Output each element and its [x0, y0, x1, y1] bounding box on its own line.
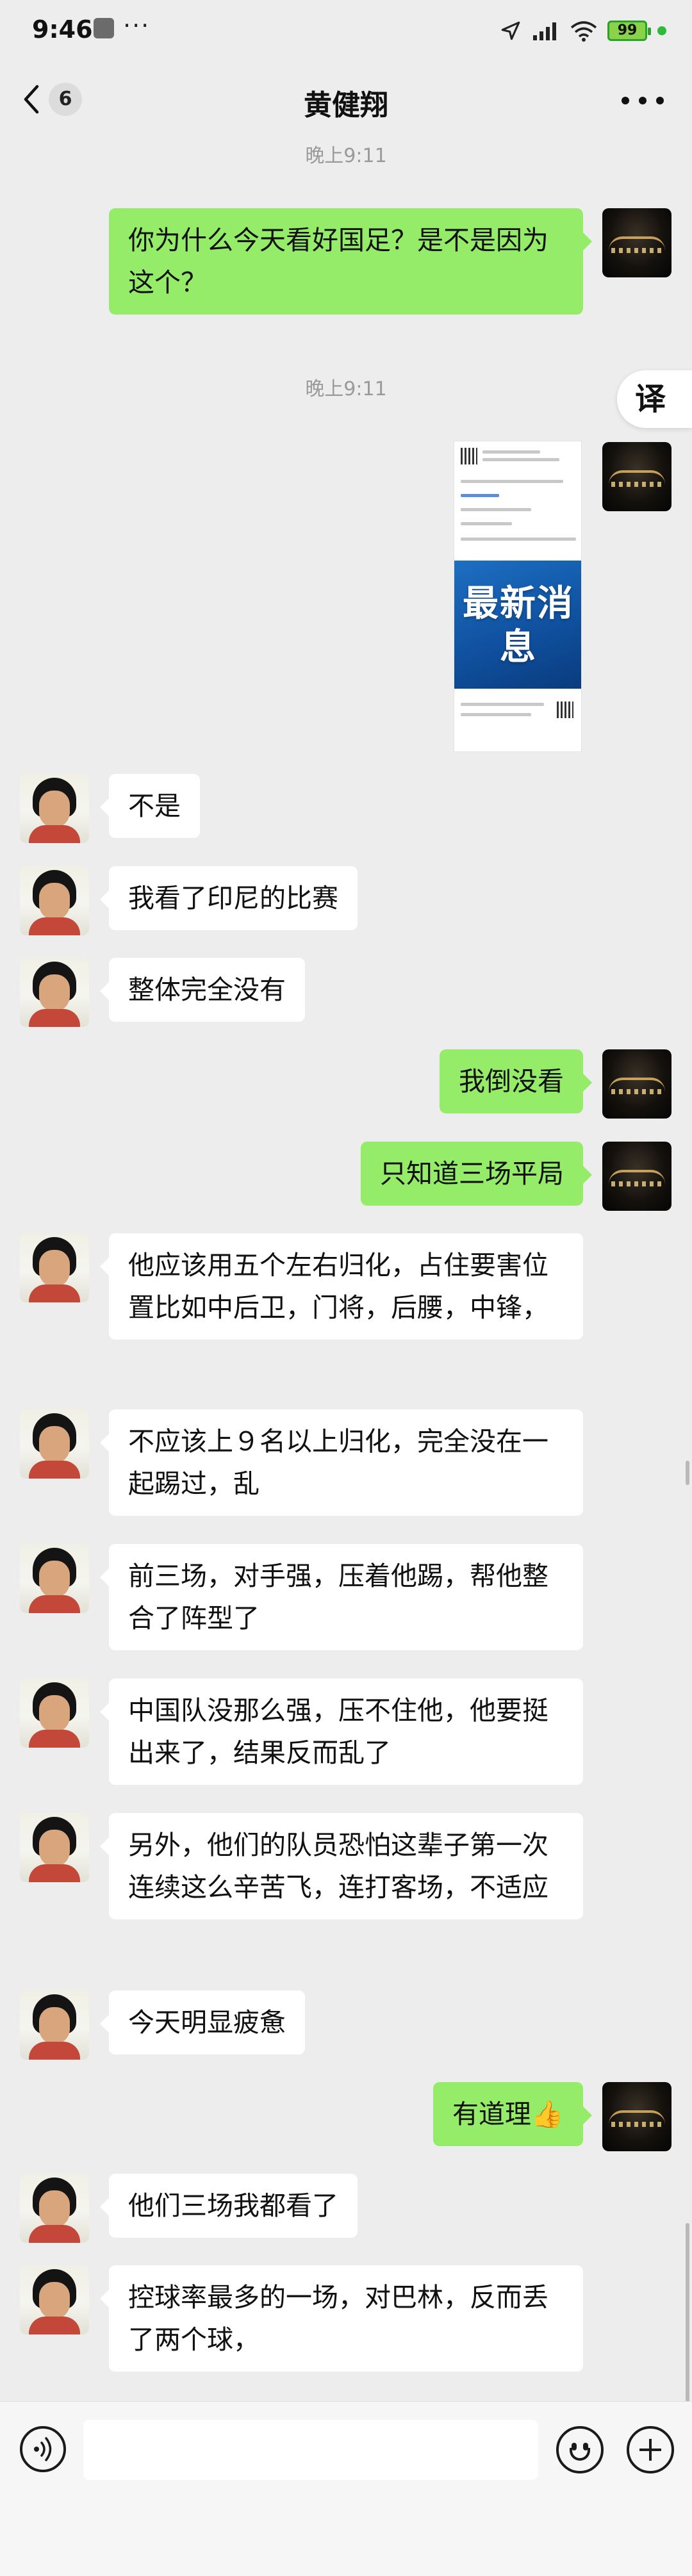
- message-bubble-self[interactable]: 我倒没看: [440, 1049, 592, 1113]
- scrollbar-thumb[interactable]: [686, 1461, 689, 1485]
- more-options-button[interactable]: [622, 96, 664, 105]
- message-bubble-self[interactable]: 只知道三场平局: [361, 1142, 592, 1206]
- scrollbar-track[interactable]: [686, 2223, 689, 2415]
- more-dots-icon: [622, 97, 629, 104]
- contact-avatar[interactable]: [20, 1678, 89, 1748]
- chat-title: 黄健翔: [304, 89, 388, 122]
- contact-avatar[interactable]: [20, 2174, 89, 2243]
- contact-avatar[interactable]: [20, 1544, 89, 1613]
- self-avatar[interactable]: [602, 442, 671, 511]
- emoji-button[interactable]: [556, 2426, 604, 2473]
- wifi-icon: [570, 21, 597, 42]
- message-bubble-self[interactable]: 有道理👍: [432, 2082, 593, 2146]
- message-bubble-contact[interactable]: 我看了印尼的比赛: [100, 866, 358, 930]
- message-bubble-contact[interactable]: 不应该上９名以上归化，完全没在一起踢过，乱: [100, 1409, 583, 1516]
- self-avatar[interactable]: [602, 1142, 671, 1211]
- contact-avatar[interactable]: [20, 866, 89, 935]
- qr-code-thumbnail: [461, 448, 477, 464]
- message-bubble-contact[interactable]: 不是: [100, 774, 200, 838]
- news-banner-text: 最新消息: [463, 583, 574, 668]
- status-indicators: 99: [500, 15, 666, 46]
- contact-avatar[interactable]: [20, 1990, 89, 2060]
- news-banner-image: 最新消息: [454, 561, 581, 689]
- status-time: 9:46: [32, 15, 93, 44]
- self-avatar[interactable]: [602, 2082, 671, 2151]
- message-text-input[interactable]: [83, 2420, 538, 2480]
- message-bubble-contact[interactable]: 他应该用五个左右归化，占住要害位置比如中后卫，门将，后腰，中锋，: [100, 1233, 583, 1340]
- contact-avatar[interactable]: [20, 2265, 89, 2334]
- image-message[interactable]: 最新消息: [454, 441, 582, 752]
- message-timestamp: 晚上9:11: [305, 378, 387, 400]
- translate-button[interactable]: 译: [617, 370, 692, 428]
- charging-icon: [657, 26, 666, 35]
- message-input-bar: [0, 2401, 692, 2576]
- contact-avatar[interactable]: [20, 1409, 89, 1479]
- message-bubble-contact[interactable]: 控球率最多的一场，对巴林，反而丢了两个球，: [100, 2265, 583, 2372]
- more-functions-button[interactable]: [627, 2426, 674, 2473]
- contact-avatar[interactable]: [20, 774, 89, 843]
- more-notifications-icon: ···: [123, 12, 151, 40]
- battery-level: 99: [617, 22, 638, 38]
- status-bar: 9:46 ··· 99: [0, 0, 692, 64]
- signal-icon: [533, 22, 556, 40]
- self-avatar[interactable]: [602, 1049, 671, 1119]
- battery-icon: 99: [607, 21, 651, 41]
- qr-code-thumbnail: [557, 701, 573, 718]
- location-icon: [501, 21, 520, 40]
- voice-icon: [34, 2437, 52, 2461]
- contact-avatar[interactable]: [20, 1233, 89, 1302]
- message-bubble-contact[interactable]: 中国队没那么强，压不住他，他要挺出来了，结果反而乱了: [100, 1678, 583, 1785]
- wrench-notification-icon: [94, 18, 114, 38]
- message-bubble-contact[interactable]: 整体完全没有: [100, 958, 305, 1022]
- message-bubble-contact[interactable]: 另外，他们的队员恐怕这辈子第一次连续这么辛苦飞，连打客场，不适应: [100, 1813, 583, 1919]
- contact-avatar[interactable]: [20, 958, 89, 1027]
- voice-input-button[interactable]: [20, 2426, 66, 2472]
- message-timestamp: 晚上9:11: [305, 145, 387, 167]
- message-bubble-contact[interactable]: 前三场，对手强，压着他踢，帮他整合了阵型了: [100, 1544, 583, 1650]
- contact-avatar[interactable]: [20, 1813, 89, 1882]
- message-bubble-self[interactable]: 你为什么今天看好国足？是不是因为这个？: [109, 208, 592, 315]
- message-bubble-contact[interactable]: 他们三场我都看了: [100, 2174, 358, 2238]
- chat-header: 6 黄健翔: [0, 64, 692, 135]
- self-avatar[interactable]: [602, 208, 671, 277]
- message-bubble-contact[interactable]: 今天明显疲惫: [100, 1990, 305, 2055]
